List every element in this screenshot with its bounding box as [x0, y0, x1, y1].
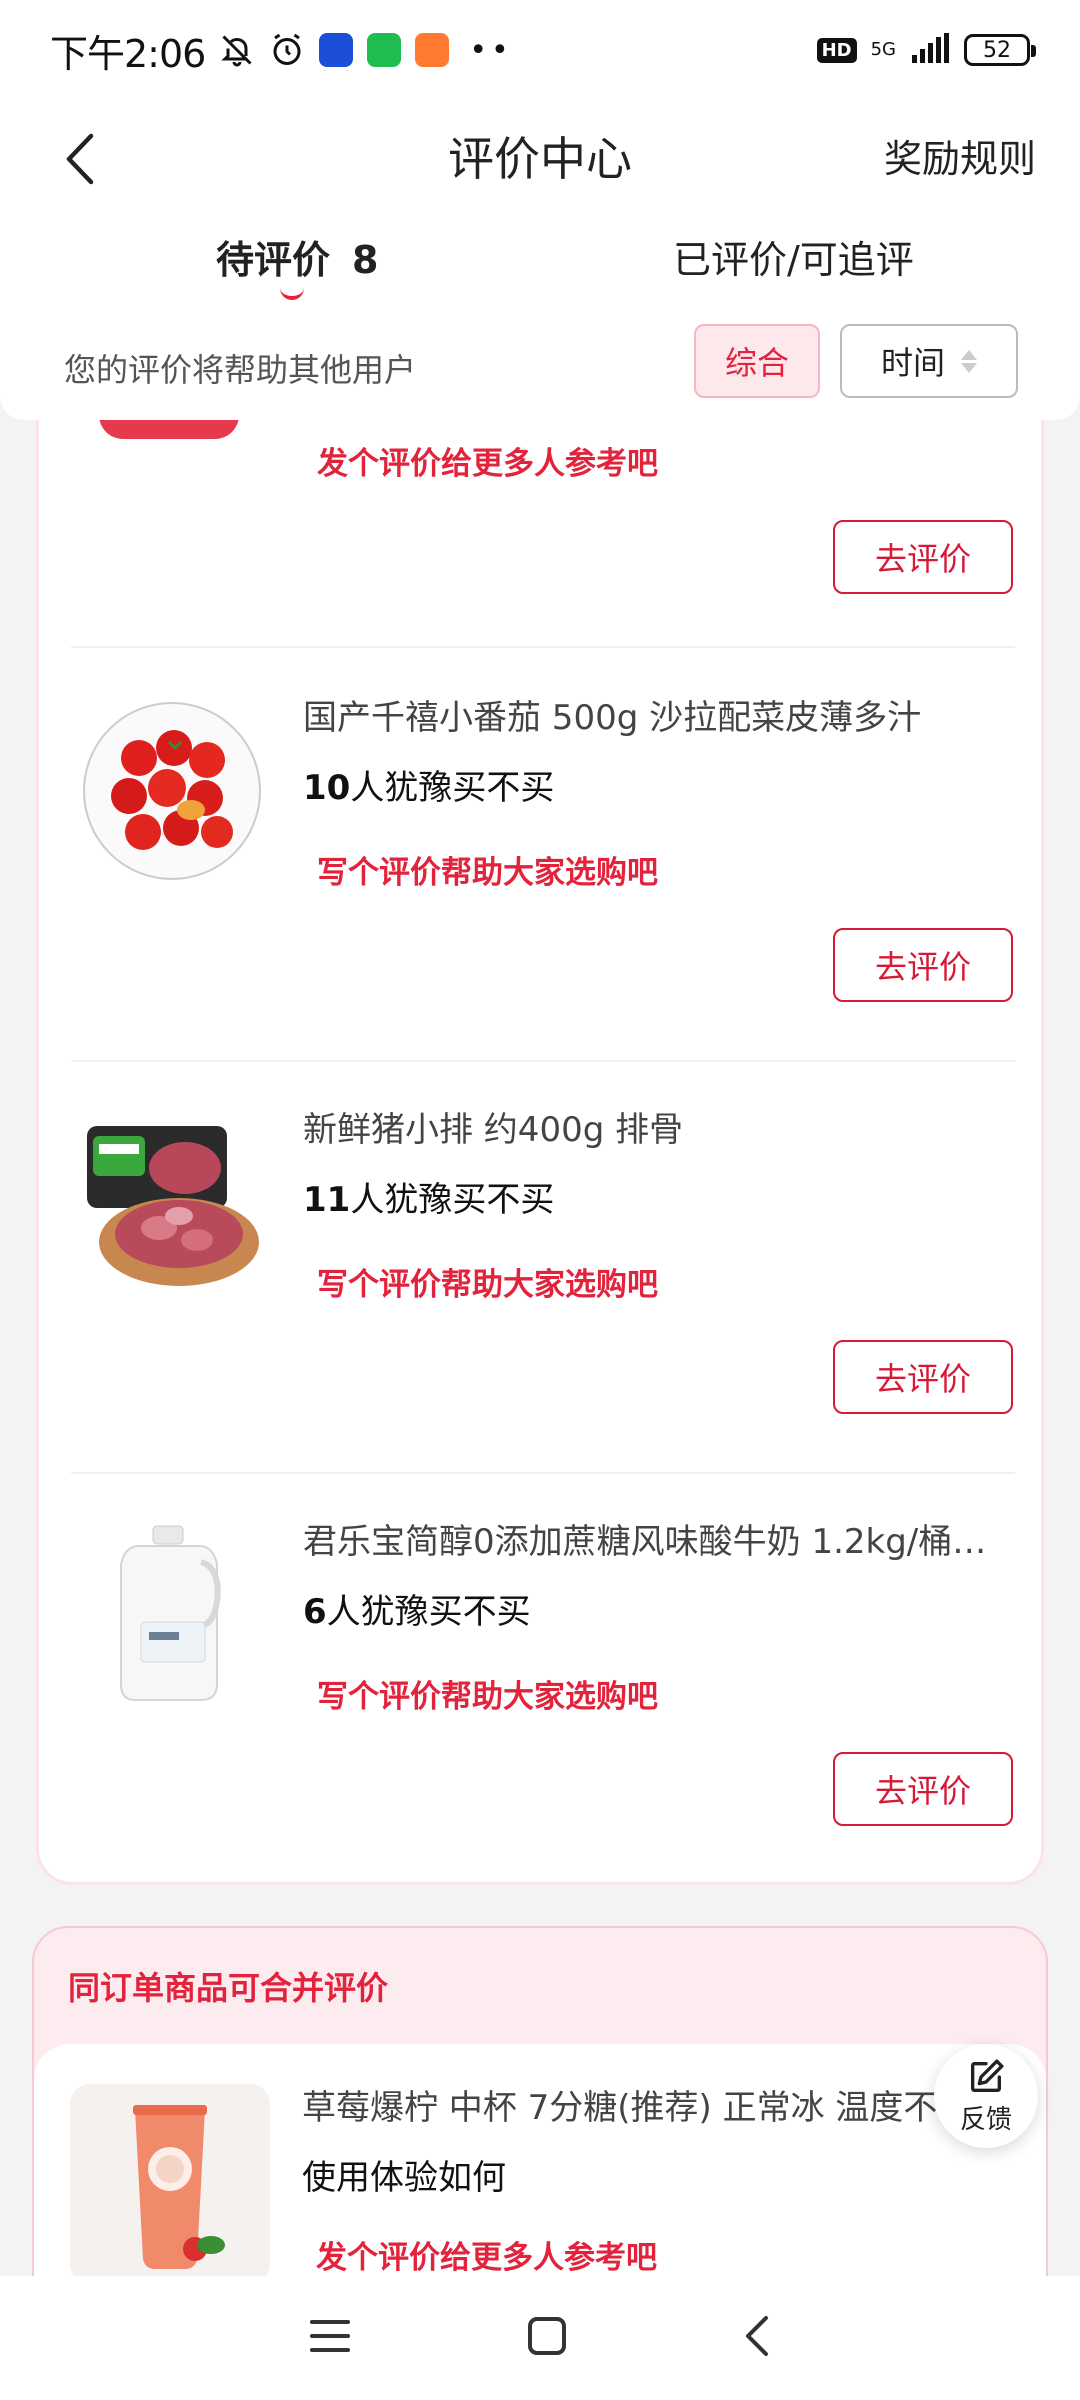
- product-cta: 写个评价帮助大家选购吧: [317, 855, 658, 891]
- more-notifications-icon: ••: [469, 32, 513, 68]
- signal-icon: [910, 28, 950, 72]
- product-title[interactable]: 草莓爆柠 中杯 7分糖(推荐) 正常冰 温度不: [302, 2078, 1002, 2138]
- home-icon[interactable]: [527, 2316, 567, 2360]
- hesitate-count: 6: [303, 1592, 327, 1632]
- product-title[interactable]: 国产千禧小番茄 500g 沙拉配菜皮薄多汁: [303, 688, 1013, 748]
- pending-review-list: 发个评价给更多人参考吧 去评价 国产千禧小番茄 500g 沙拉配菜皮薄多汁 10…: [36, 300, 1044, 1885]
- list-item: 国产千禧小番茄 500g 沙拉配菜皮薄多汁 10人犹豫买不买 写个评价帮助大家选…: [39, 648, 1047, 1060]
- experience-question: 使用体验如何: [302, 2158, 506, 2198]
- alarm-icon: [269, 32, 305, 68]
- product-title[interactable]: 新鲜猪小排 约400g 排骨: [303, 1100, 1013, 1160]
- tab-pending-review[interactable]: 待评价 8: [216, 230, 378, 290]
- status-bar: 下午2:06 •• HD 5G 52: [0, 0, 1080, 100]
- app-notification-icon: [319, 33, 354, 67]
- pending-count: 8: [352, 238, 379, 282]
- review-button[interactable]: 去评价: [833, 928, 1013, 1002]
- product-image-tomatoes[interactable]: [79, 698, 265, 884]
- review-button[interactable]: 去评价: [833, 1752, 1013, 1826]
- edit-icon: [971, 2059, 1004, 2092]
- battery-icon: 52: [964, 34, 1036, 66]
- wechat-icon: [367, 33, 402, 67]
- product-cta: 写个评价帮助大家选购吧: [317, 1267, 658, 1303]
- sort-arrows-icon: [961, 349, 977, 373]
- active-tab-indicator: [280, 288, 304, 300]
- shop-app-icon: [415, 33, 450, 67]
- hesitate-text: 人犹豫买不买: [326, 1592, 531, 1632]
- sort-comprehensive-button[interactable]: 综合: [694, 324, 820, 398]
- reward-rules-link[interactable]: 奖励规则: [884, 124, 1036, 194]
- review-hint: 您的评价将帮助其他用户: [64, 351, 417, 389]
- product-cta: 发个评价给更多人参考吧: [317, 446, 658, 482]
- review-button[interactable]: 去评价: [833, 1340, 1013, 1414]
- hesitate-info: 11人犹豫买不买: [303, 1170, 554, 1230]
- header: 评价中心 奖励规则 待评价 8 已评价/可追评 您的评价将帮助其他用户 综合 时间: [0, 100, 1080, 420]
- hesitate-info: 6人犹豫买不买: [303, 1582, 531, 1642]
- merge-review-section: 同订单商品可合并评价 草莓爆柠 中杯 7分糖(推荐) 正常冰 温度不 使用体验如…: [32, 1926, 1048, 2324]
- network-label: 5G: [870, 39, 896, 60]
- hesitate-info: 10人犹豫买不买: [303, 758, 554, 818]
- tab-reviewed[interactable]: 已评价/可追评: [673, 230, 914, 290]
- list-item: 新鲜猪小排 约400g 排骨 11人犹豫买不买 写个评价帮助大家选购吧 去评价: [39, 1060, 1047, 1472]
- product-image-pork-ribs[interactable]: [79, 1110, 265, 1296]
- product-cta: 写个评价帮助大家选购吧: [317, 1679, 658, 1715]
- hesitate-count: 10: [303, 768, 351, 808]
- feedback-label: 反馈: [959, 2104, 1012, 2135]
- hesitate-text: 人犹豫买不买: [350, 768, 555, 808]
- hesitate-count: 11: [303, 1180, 351, 1220]
- tab-label: 待评价: [216, 238, 331, 282]
- review-button[interactable]: 去评价: [833, 520, 1013, 594]
- bell-muted-icon: [219, 32, 255, 68]
- product-image-drink[interactable]: [70, 2084, 270, 2284]
- hesitate-text: 人犹豫买不买: [350, 1180, 555, 1220]
- battery-level: 52: [983, 37, 1011, 63]
- product-image-yogurt[interactable]: [79, 1522, 265, 1708]
- product-cta: 发个评价给更多人参考吧: [316, 2240, 657, 2276]
- feedback-button[interactable]: 反馈: [934, 2044, 1038, 2148]
- list-item: 君乐宝简醇0添加蔗糖风味酸牛奶 1.2kg/桶… 6人犹豫买不买 写个评价帮助大…: [39, 1472, 1047, 1884]
- merge-section-title: 同订单商品可合并评价: [68, 1969, 389, 2007]
- product-title[interactable]: 君乐宝简醇0添加蔗糖风味酸牛奶 1.2kg/桶…: [303, 1512, 1013, 1572]
- back-nav-icon[interactable]: [742, 2314, 772, 2362]
- system-nav-bar: [0, 2276, 1080, 2400]
- sort-time-label: 时间: [880, 344, 945, 382]
- sort-time-button[interactable]: 时间: [840, 324, 1018, 398]
- menu-icon[interactable]: [308, 2318, 352, 2358]
- status-time: 下午2:06: [50, 31, 206, 76]
- hd-icon: HD: [816, 37, 857, 63]
